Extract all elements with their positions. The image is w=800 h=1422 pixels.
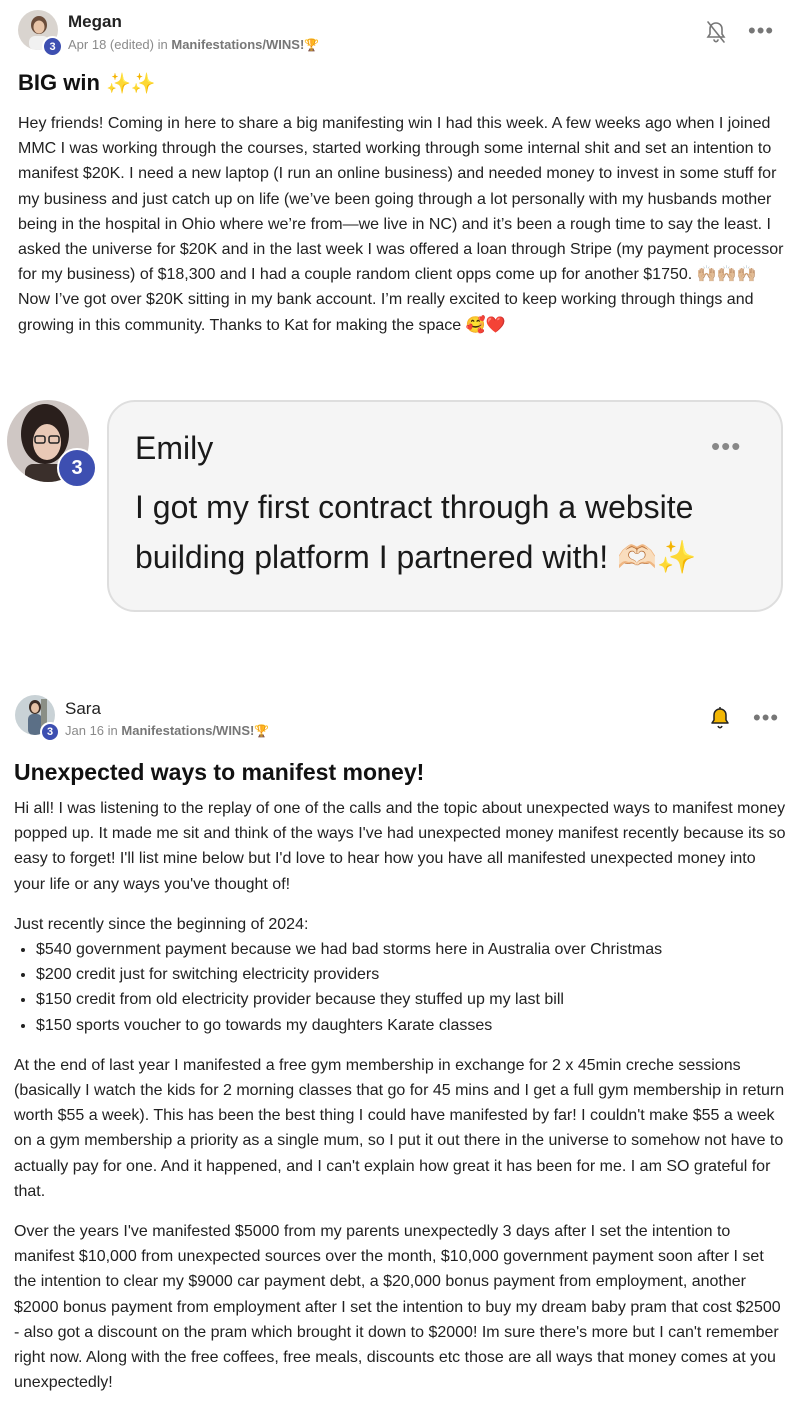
author-name[interactable]: Sara [65, 699, 101, 719]
post-sara: 3 Sara Jan 16 in Manifestations/WINS!🏆 •… [0, 690, 800, 1422]
post-body: Hey friends! Coming in here to share a b… [18, 115, 784, 334]
body-paragraph: Hi all! I was listening to the replay of… [14, 800, 786, 893]
post-megan: 3 Megan Apr 18 (edited) in Manifestation… [0, 0, 800, 370]
level-badge: 3 [42, 36, 63, 57]
post-title-text: BIG win [18, 70, 100, 95]
in-label: in [157, 37, 168, 52]
body-paragraph: Over the years I've manifested $5000 fro… [14, 1223, 781, 1392]
post-body: Hi all! I was listening to the replay of… [14, 796, 790, 1395]
sparkles-icon: ✨✨ [106, 73, 156, 95]
comment-more-icon[interactable]: ••• [711, 433, 741, 459]
list-intro: Just recently since the beginning of 202… [14, 915, 309, 933]
post-date: Apr 18 (edited) [68, 37, 154, 52]
list-item: $150 credit from old electricity provide… [36, 987, 790, 1012]
category-link[interactable]: Manifestations/WINS! [171, 37, 304, 52]
more-options-icon[interactable]: ••• [753, 707, 779, 729]
comment-text: I got my first contract through a websit… [135, 489, 697, 575]
post-meta: Jan 16 in Manifestations/WINS!🏆 [65, 723, 269, 738]
post-title: Unexpected ways to manifest money! [14, 759, 425, 785]
manifested-list: $540 government payment because we had b… [14, 937, 790, 1038]
post-meta: Apr 18 (edited) in Manifestations/WINS!🏆 [68, 37, 319, 52]
in-label: in [107, 723, 118, 738]
post-date: Jan 16 [65, 723, 105, 738]
bell-off-icon[interactable] [705, 20, 727, 44]
category-link[interactable]: Manifestations/WINS! [121, 723, 254, 738]
bell-icon[interactable] [709, 706, 731, 730]
author-name[interactable]: Megan [68, 12, 122, 32]
body-paragraph: At the end of last year I manifested a f… [14, 1056, 785, 1200]
list-item: $200 credit just for switching electrici… [36, 962, 790, 987]
commenter-level-badge: 3 [57, 448, 97, 488]
list-item: $540 government payment because we had b… [36, 937, 790, 962]
more-options-icon[interactable]: ••• [748, 20, 774, 42]
commenter-name[interactable]: Emily [135, 430, 213, 467]
trophy-icon: 🏆 [254, 724, 270, 738]
trophy-icon: 🏆 [304, 38, 320, 52]
post-title: BIG win ✨✨ [18, 70, 156, 96]
comment-bubble: Emily ••• I got my first contract throug… [107, 400, 783, 612]
list-item: $150 sports voucher to go towards my dau… [36, 1013, 790, 1038]
level-badge: 3 [40, 722, 60, 742]
